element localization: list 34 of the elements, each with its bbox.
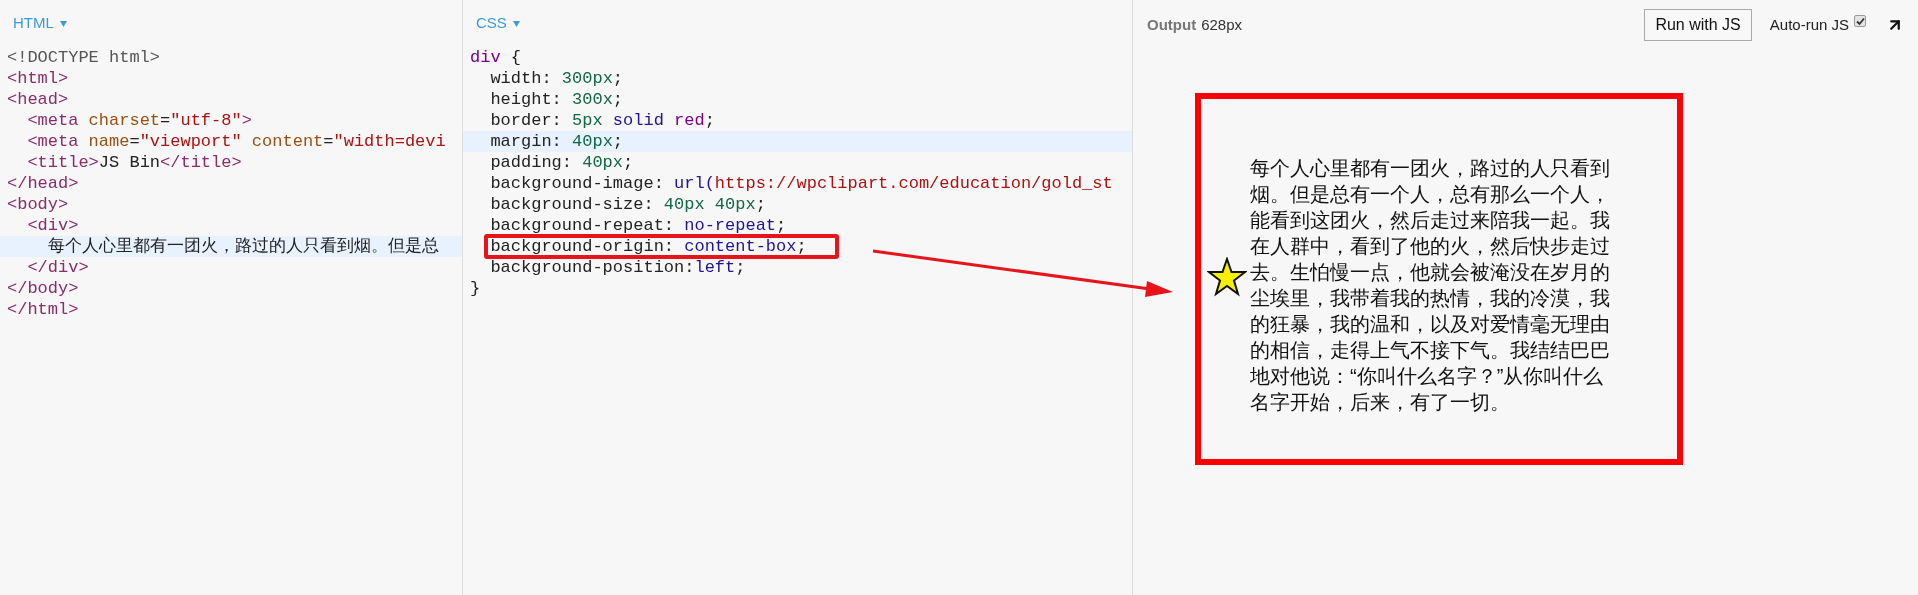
code-line: } bbox=[469, 278, 482, 299]
run-button[interactable]: Run with JS bbox=[1644, 9, 1752, 41]
code-line: background-position:left; bbox=[489, 257, 747, 278]
code-line: width: 300px; bbox=[489, 68, 625, 89]
code-line: <html> bbox=[6, 68, 70, 89]
panel-menu-button[interactable]: CSS bbox=[476, 12, 520, 35]
code-line: background-repeat: no-repeat; bbox=[489, 215, 788, 236]
caret-icon bbox=[59, 20, 67, 27]
code-line: <div> bbox=[26, 215, 80, 236]
code-line: background-origin: content-box; bbox=[490, 235, 807, 258]
panel-menu-button[interactable]: HTML bbox=[13, 12, 67, 35]
auto-run-checkbox[interactable] bbox=[1854, 15, 1866, 27]
code-line: <title>JS Bin</title> bbox=[26, 152, 243, 173]
code-line: height: 300x; bbox=[489, 89, 625, 110]
caret-icon bbox=[512, 20, 520, 27]
code-line: padding: 40px; bbox=[489, 152, 635, 173]
code-line: border: 5px solid red; bbox=[489, 110, 716, 131]
star-icon bbox=[1207, 257, 1247, 297]
code-line: div { bbox=[469, 47, 522, 68]
auto-run-label: Auto-run JS bbox=[1769, 14, 1849, 35]
code-line: </head> bbox=[6, 173, 80, 194]
code-line: <meta name="viewport" content="width=devi bbox=[26, 131, 447, 152]
code-line: background-image: url(https://wpclipart.com/education/gold_st bbox=[489, 173, 1114, 194]
preview-text: 每个人心里都有一团火，路过的人只看到烟。但是总有一个人，总有那么一个人，能看到这团火，然后走过来陪我一起。我在人群中，看到了他的火，然后快步走过去。生怕慢一点，他就会被淹没在岁月的尘埃里，我带着我的热情，我的冷漠，我的狂暴，我的温和，以及对爱情毫无理由的相信，走得上气不接下气。我结结巴巴地对他说：“你叫什么名字？”从你叫什么名字开始，后来，有了一切。 bbox=[1250, 156, 1611, 415]
output-width: 628px bbox=[1201, 14, 1243, 35]
code-line: </div> bbox=[26, 257, 90, 278]
code-line: <body> bbox=[6, 194, 70, 215]
code-line: <meta charset="utf-8"> bbox=[26, 110, 253, 131]
code-line: </html> bbox=[6, 299, 80, 320]
code-line: background-size: 40px 40px; bbox=[489, 194, 767, 215]
output-title: Output bbox=[1147, 14, 1197, 35]
code-line: </body> bbox=[6, 278, 80, 299]
code-line: <!DOCTYPE html> bbox=[6, 47, 162, 68]
code-line: <head> bbox=[6, 89, 70, 110]
